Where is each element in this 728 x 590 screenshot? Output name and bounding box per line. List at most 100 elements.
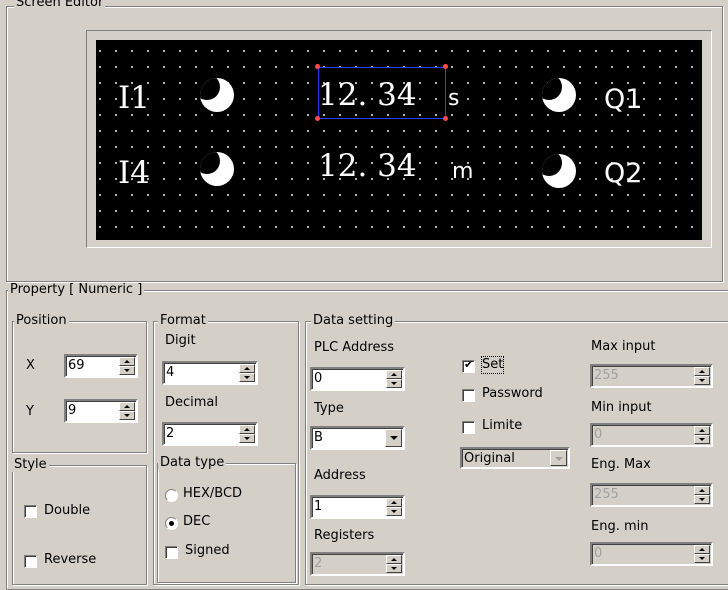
max-input-value: 255 [594,368,619,383]
x-label: X [26,358,35,373]
y-label: Y [26,404,34,419]
spin-up-icon[interactable] [239,425,255,434]
address-spin[interactable] [386,498,402,516]
digit-label: Digit [165,333,196,348]
reverse-label[interactable]: Reverse [44,552,96,568]
chevron-down-icon [550,450,567,466]
limite-checkbox[interactable] [462,421,475,434]
digit-stepper[interactable]: 4 [162,361,258,385]
dec-label[interactable]: DEC [183,514,210,530]
lcd-unit-1: s [448,86,460,111]
spin-down-icon[interactable] [386,507,402,516]
reverse-checkbox[interactable] [24,555,37,568]
resize-handle-bl[interactable] [315,116,320,121]
type-label: Type [314,401,344,416]
hex-bcd-label[interactable]: HEX/BCD [183,486,242,502]
dec-radio[interactable] [165,517,178,530]
double-label[interactable]: Double [44,503,90,519]
signed-label[interactable]: Signed [185,543,230,559]
spin-down-icon[interactable] [119,366,135,375]
x-spin[interactable] [119,357,135,375]
spin-down-icon[interactable] [119,411,135,420]
data-setting-legend: Data setting [311,313,396,328]
data-type-legend: Data type [158,455,227,470]
eng-min-stepper: 0 [590,542,713,566]
position-legend: Position [14,313,69,328]
eng-max-label: Eng. Max [591,457,651,472]
address-stepper[interactable]: 1 [310,495,405,519]
hex-bcd-radio[interactable] [165,489,178,502]
address-value[interactable]: 1 [314,499,322,515]
limite-label[interactable]: Limite [482,418,522,434]
signed-checkbox[interactable] [165,546,178,559]
spin-up-icon[interactable] [386,370,402,379]
spin-up-icon[interactable] [119,357,135,366]
decimal-value[interactable]: 2 [166,426,174,442]
lcd-numeric-value-2[interactable]: 12. 34 [318,148,417,184]
registers-stepper: 2 [310,552,405,576]
type-dropdown[interactable]: B [310,426,405,450]
set-checkbox[interactable] [462,358,475,373]
lcd-output-label-q1[interactable]: Q1 [604,82,642,118]
y-value[interactable]: 9 [68,403,76,419]
type-value[interactable]: B [314,430,323,446]
y-spin[interactable] [119,402,135,420]
spin-up-icon [694,426,710,435]
style-legend: Style [12,457,49,472]
resize-handle-br[interactable] [443,116,448,121]
screen-editor-legend: Screen Editor [14,0,106,10]
lamp-icon-q1[interactable] [542,78,576,112]
spin-up-icon [386,555,402,564]
spin-up-icon[interactable] [119,402,135,411]
eng-max-value: 255 [594,487,619,502]
registers-label: Registers [314,528,375,543]
property-legend: Property [ Numeric ] [8,282,145,297]
resize-handle-tr[interactable] [443,64,448,69]
spin-up-icon[interactable] [386,498,402,507]
decimal-spin[interactable] [239,425,255,443]
set-label[interactable]: Set [480,356,505,374]
lcd-input-label-i1[interactable]: I1 [118,80,150,116]
registers-spin [386,555,402,573]
password-checkbox[interactable] [462,389,475,402]
password-label[interactable]: Password [482,386,543,402]
chevron-down-icon[interactable] [385,429,402,447]
original-dropdown: Original [460,447,570,469]
spin-up-icon[interactable] [239,364,255,373]
min-input-label: Min input [591,400,652,415]
max-input-stepper: 255 [590,364,713,388]
spin-down-icon [694,435,710,444]
eng-min-spin [694,545,710,563]
digit-value[interactable]: 4 [166,365,174,381]
spin-down-icon [694,495,710,504]
registers-value: 2 [314,556,323,571]
x-value[interactable]: 69 [68,358,85,374]
digit-spin[interactable] [239,364,255,382]
spin-down-icon[interactable] [239,434,255,443]
plc-address-label: PLC Address [314,340,395,355]
x-stepper[interactable]: 69 [64,354,138,378]
double-checkbox[interactable] [24,505,37,518]
plc-address-stepper[interactable]: 0 [310,367,405,391]
selection-box[interactable] [318,67,446,119]
decimal-stepper[interactable]: 2 [162,422,258,446]
plc-address-spin[interactable] [386,370,402,388]
lcd-input-label-i4[interactable]: I4 [118,155,150,191]
spin-down-icon[interactable] [386,379,402,388]
eng-max-stepper: 255 [590,483,713,507]
max-input-spin [694,367,710,385]
min-input-value: 0 [594,427,603,442]
lcd-output-label-q2[interactable]: Q2 [604,156,642,192]
plc-address-value[interactable]: 0 [314,371,322,387]
spin-down-icon[interactable] [239,373,255,382]
lamp-icon-i1[interactable] [200,78,234,112]
resize-handle-tl[interactable] [315,64,320,69]
lamp-icon-i4[interactable] [200,152,234,186]
lamp-icon-q2[interactable] [542,154,576,188]
spin-up-icon [694,486,710,495]
y-stepper[interactable]: 9 [64,399,138,423]
spin-down-icon [694,554,710,563]
min-input-spin [694,426,710,444]
decimal-label: Decimal [165,395,219,410]
spin-up-icon [694,545,710,554]
